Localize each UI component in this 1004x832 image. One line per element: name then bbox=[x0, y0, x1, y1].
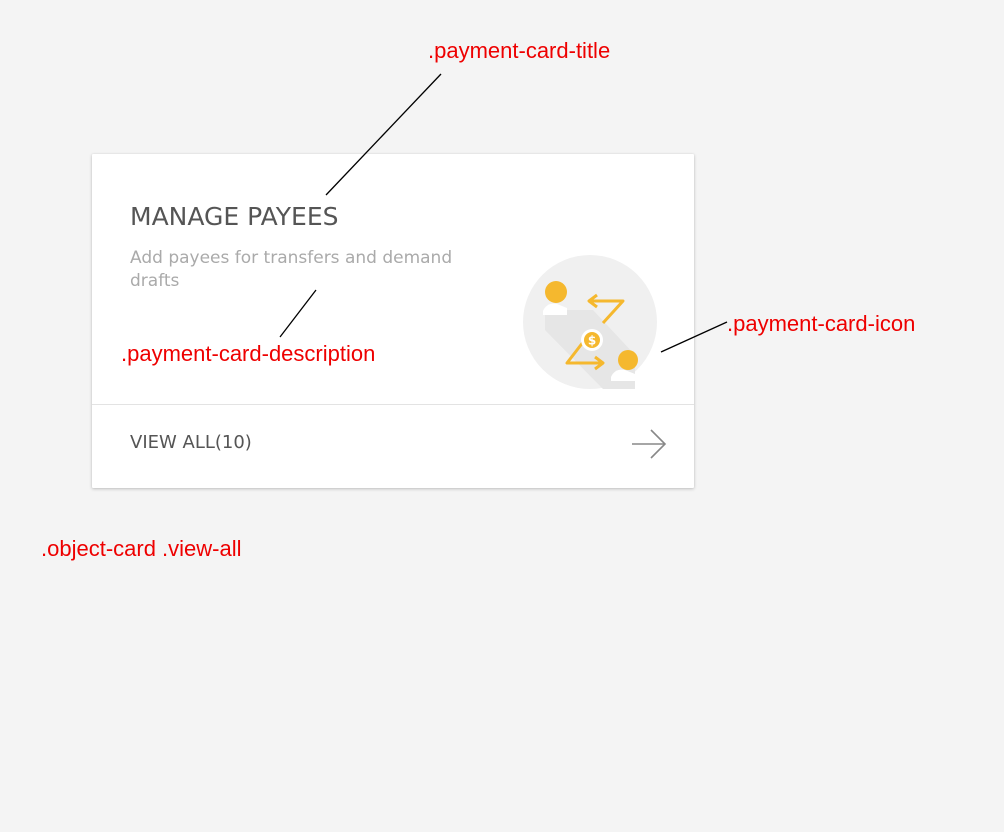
payment-card-description: Add payees for transfers and demand draf… bbox=[130, 248, 453, 291]
payee-transfer-icon: $ bbox=[523, 255, 657, 389]
arrow-right-icon bbox=[632, 429, 667, 459]
view-all-link[interactable]: VIEW ALL(10) bbox=[92, 405, 694, 488]
annotation-title-label: .payment-card-title bbox=[428, 38, 611, 63]
annotation-view-all-label: .object-card .view-all bbox=[41, 536, 242, 561]
payment-card-title: MANAGE PAYEES bbox=[130, 202, 339, 231]
payment-card: MANAGE PAYEES Add payees for transfers a… bbox=[92, 154, 694, 488]
annotation-description-label: .payment-card-description bbox=[121, 341, 376, 366]
view-all-label: VIEW ALL(10) bbox=[130, 432, 252, 453]
payment-card-body: MANAGE PAYEES Add payees for transfers a… bbox=[92, 154, 694, 405]
annotation-icon-label: .payment-card-icon bbox=[727, 311, 916, 336]
currency-symbol: $ bbox=[588, 334, 596, 348]
